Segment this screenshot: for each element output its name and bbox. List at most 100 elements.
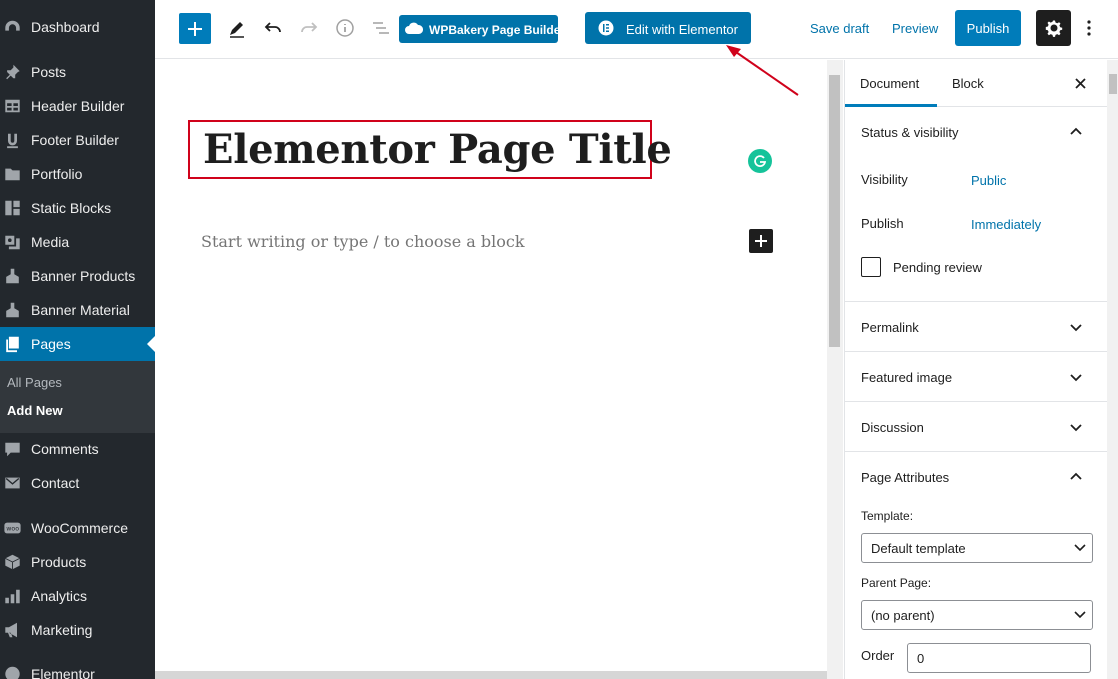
sidebar-item-label: Elementor — [31, 666, 95, 679]
sidebar-item-banner-material[interactable]: Banner Material — [0, 293, 155, 327]
block-placeholder[interactable]: Start writing or type / to choose a bloc… — [201, 232, 525, 251]
editor-scrollbar[interactable] — [827, 60, 843, 679]
sidebar-item-footer-builder[interactable]: Footer Builder — [0, 123, 155, 157]
outline-button[interactable] — [369, 16, 393, 40]
edit-tools-button[interactable] — [225, 16, 249, 40]
parent-page-select-value: (no parent) — [871, 608, 935, 623]
submenu-item-all-pages[interactable]: All Pages — [7, 375, 62, 390]
chevron-down-icon[interactable] — [1069, 423, 1083, 433]
section-title[interactable]: Status & visibility — [861, 125, 959, 140]
pending-review-checkbox[interactable] — [861, 257, 881, 277]
redo-button[interactable] — [297, 16, 321, 40]
chevron-down-icon[interactable] — [1069, 323, 1083, 333]
grammarly-icon — [754, 155, 767, 167]
chevron-down-icon — [1074, 611, 1086, 619]
details-button[interactable] — [333, 16, 357, 40]
order-input-value: 0 — [917, 651, 925, 666]
permalink-panel[interactable]: Permalink — [845, 302, 1107, 352]
sidebar-item-contact[interactable]: Contact — [0, 466, 155, 500]
plus-icon — [755, 235, 767, 247]
wpbakery-label: WPBakery Page Builder — [429, 23, 566, 37]
wpbakery-button[interactable]: WPBakery Page Builder — [399, 15, 565, 43]
sidebar-item-label: Pages — [31, 336, 71, 352]
sidebar-item-pages[interactable]: Pages — [0, 327, 155, 361]
stamp-icon — [6, 302, 19, 318]
pending-review-label: Pending review — [893, 260, 982, 275]
publish-value[interactable]: Immediately — [971, 217, 1041, 232]
sidebar-item-label: Portfolio — [31, 166, 83, 182]
sidebar-item-elementor[interactable]: Elementor — [0, 657, 155, 679]
sidebar-item-label: Contact — [31, 475, 80, 491]
post-title[interactable]: Elementor Page Title — [203, 126, 672, 173]
sidebar-item-label: Static Blocks — [31, 200, 112, 216]
panel-tabs: Document Block — [845, 60, 1107, 107]
grammarly-button[interactable] — [748, 149, 772, 173]
scrollbar-thumb[interactable] — [1109, 74, 1117, 94]
blocks-icon — [5, 200, 20, 216]
info-icon — [336, 19, 354, 37]
sidebar-item-label: WooCommerce — [31, 520, 128, 536]
chevron-up-icon[interactable] — [1069, 126, 1083, 136]
order-input[interactable]: 0 — [907, 643, 1091, 673]
save-draft-button[interactable]: Save draft — [810, 21, 869, 36]
sidebar-item-label: Footer Builder — [31, 132, 119, 148]
inline-add-block-button[interactable] — [749, 229, 773, 253]
section-title[interactable]: Discussion — [861, 420, 924, 435]
sidebar-item-label: Banner Material — [31, 302, 130, 318]
pages-submenu: All Pages Add New — [0, 361, 155, 433]
chevron-up-icon[interactable] — [1069, 471, 1083, 481]
settings-sidebar: Document Block Status & visibility Visib… — [844, 60, 1118, 679]
sidebar-item-banner-products[interactable]: Banner Products — [0, 259, 155, 293]
template-label: Template: — [861, 509, 914, 523]
close-panel-button[interactable] — [1071, 74, 1089, 92]
visibility-value[interactable]: Public — [971, 173, 1006, 188]
submenu-item-add-new[interactable]: Add New — [7, 403, 63, 418]
redo-icon — [301, 22, 318, 33]
sidebar-item-posts[interactable]: Posts — [0, 55, 155, 89]
sidebar-item-products[interactable]: Products — [0, 545, 155, 579]
publish-button[interactable]: Publish — [955, 10, 1021, 46]
bar-chart-icon — [5, 589, 20, 604]
page-attributes-panel: Page Attributes Template: Default templa… — [845, 452, 1107, 679]
pencil-icon — [230, 22, 244, 38]
tab-block[interactable]: Block — [952, 76, 984, 91]
section-title[interactable]: Permalink — [861, 320, 919, 335]
section-title[interactable]: Featured image — [861, 370, 952, 385]
scrollbar-thumb[interactable] — [829, 75, 840, 347]
editor-canvas: Elementor Page Title Start writing or ty… — [155, 60, 827, 679]
order-label: Order — [861, 648, 895, 663]
elementor-label: Edit with Elementor — [626, 22, 738, 37]
featured-image-panel[interactable]: Featured image — [845, 352, 1107, 402]
horizontal-scrollbar[interactable] — [155, 671, 827, 679]
sidebar-item-comments[interactable]: Comments — [0, 432, 155, 466]
parent-page-select[interactable]: (no parent) — [861, 600, 1093, 630]
panel-scrollbar[interactable] — [1107, 60, 1118, 679]
settings-button[interactable] — [1036, 10, 1071, 46]
gear-icon — [1045, 20, 1062, 37]
cloud-icon — [405, 22, 423, 34]
template-select[interactable]: Default template — [861, 533, 1093, 563]
tab-document[interactable]: Document — [860, 76, 919, 91]
status-visibility-panel: Status & visibility Visibility Public Pu… — [845, 107, 1107, 302]
undo-button[interactable] — [261, 16, 285, 40]
section-title[interactable]: Page Attributes — [861, 470, 949, 485]
folder-icon — [5, 168, 20, 181]
sidebar-item-header-builder[interactable]: Header Builder — [0, 89, 155, 123]
edit-with-elementor-button[interactable]: Edit with Elementor — [585, 12, 751, 44]
sidebar-item-woocommerce[interactable]: woo WooCommerce — [0, 511, 155, 545]
sidebar-item-static-blocks[interactable]: Static Blocks — [0, 191, 155, 225]
chevron-down-icon[interactable] — [1069, 373, 1083, 383]
add-block-button[interactable] — [179, 13, 211, 44]
sidebar-item-analytics[interactable]: Analytics — [0, 579, 155, 613]
more-menu-button[interactable] — [1079, 15, 1099, 41]
sidebar-item-portfolio[interactable]: Portfolio — [0, 157, 155, 191]
sidebar-item-dashboard[interactable]: Dashboard — [0, 10, 155, 44]
dashboard-icon — [5, 20, 20, 31]
sidebar-item-marketing[interactable]: Marketing — [0, 613, 155, 647]
discussion-panel[interactable]: Discussion — [845, 402, 1107, 452]
preview-button[interactable]: Preview — [892, 21, 938, 36]
pin-icon — [6, 64, 20, 80]
more-vertical-icon — [1087, 20, 1091, 36]
sidebar-item-media[interactable]: Media — [0, 225, 155, 259]
undo-icon — [264, 22, 281, 33]
